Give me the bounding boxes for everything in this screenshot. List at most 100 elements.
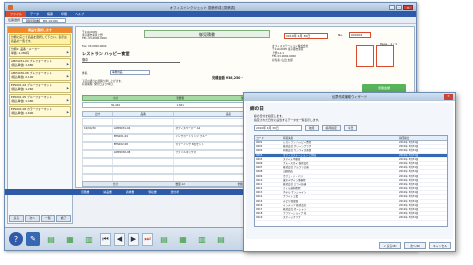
sender-line: TEL: 03-0000-0000 <box>82 37 107 41</box>
list-cell: 0014 <box>256 195 263 199</box>
list-cell: 2010年 3月31日 <box>399 187 419 191</box>
list-cell: 0007 <box>256 166 263 170</box>
form-select-label: 伝票選択 <box>8 18 21 22</box>
tab-quote[interactable]: 見積書 <box>75 189 95 195</box>
product-item[interactable]: EPS002-08 カラーフォーマット (税込単価) 1,690 ▶ <box>9 106 71 118</box>
tab-receipt[interactable]: 領収書 <box>142 189 162 195</box>
subject-label: 件名 <box>82 71 88 75</box>
product-item[interactable]: AMP4031-04 プレフォーマット (税込単価) 1,680 ▶ <box>9 58 71 70</box>
number-field[interactable]: 000001 <box>349 32 371 38</box>
prev-record-icon[interactable]: ◀ <box>114 232 125 246</box>
list-cell: レストラン ハッピー食堂 <box>283 141 312 144</box>
form-select[interactable]: 【御見積書】 BH-1018S <box>22 17 67 23</box>
list-cell: スポーツクラブ <box>283 216 301 220</box>
print-icon[interactable]: ▥ <box>81 230 97 248</box>
menu-help[interactable]: ヘルプ <box>71 11 88 17</box>
maximize-button[interactable]: □ <box>396 4 402 10</box>
list-cell: 2010年 3月31日 <box>399 141 419 144</box>
dialog-description: 締の日付を指定します。 指定された日付に該当するデータを一覧表示します。 <box>254 114 321 122</box>
minimize-button[interactable]: – <box>389 4 395 10</box>
menu-print[interactable]: 印刷 <box>57 11 71 17</box>
table-cell-code <box>113 159 175 165</box>
menu-form[interactable]: 帳票 <box>43 11 57 17</box>
column-header: 品番 <box>113 112 175 116</box>
list-cell: インテリア 株式会社 <box>283 203 307 207</box>
next-record-icon[interactable]: ▶ <box>128 232 139 246</box>
list-cell: 0003 <box>256 149 263 153</box>
product-item[interactable]: EPS001-04 ブルーフォーマット (税込単価) 1,260 ▶ <box>9 82 71 94</box>
list-cell: オフィスステーション 上野店 <box>283 153 317 157</box>
list-cell: 2010年 3月31日 <box>399 157 419 161</box>
close-button[interactable]: ✕ <box>403 4 413 10</box>
dialog-body: 締の日 締の日付を指定します。 指定された日付に該当するデータを一覧表示します。… <box>246 103 453 239</box>
list-cell: 0017 <box>256 208 263 211</box>
next-button[interactable]: 次へ(N) <box>404 242 426 249</box>
customer-name[interactable]: レストラン ハッピー食堂 <box>82 51 130 57</box>
prev-month-button[interactable]: 前月 <box>305 125 319 131</box>
table-cell-code: EPS002-08 <box>113 143 175 149</box>
list-cell: 2010年 3月31日 <box>399 153 419 157</box>
chevron-right-icon: ▶ <box>66 110 69 115</box>
date-field[interactable]: 2010年 4月 30日 <box>284 33 328 39</box>
list-cell: 2010年 3月31日 <box>399 191 419 195</box>
copy-icon[interactable]: ▤ <box>156 230 172 248</box>
table-cell-date <box>83 159 113 165</box>
export-icon[interactable]: ▥ <box>194 230 210 248</box>
list-item[interactable]: 0019 スポーツクラブ 2010年 3月31日 <box>255 216 447 221</box>
product-item[interactable]: 分類1: 品番・メーカー 単価: 1,280円 ▶ <box>9 46 71 58</box>
list-cell: 2010年 3月31日 <box>399 149 419 153</box>
total-cell: 数量 12 <box>175 183 185 186</box>
quote-amount: 見積金額 ¥38,250 - <box>212 76 243 80</box>
help-icon[interactable]: ? <box>9 232 23 246</box>
menu-file[interactable]: ファイル <box>6 11 27 17</box>
closing-month-button[interactable]: 締月指定 <box>321 125 341 131</box>
product-item[interactable]: EPS001-05 ブルーフォーマット (税込単価) 1,480 ▶ <box>9 94 71 106</box>
panel-back-button[interactable]: 戻る <box>9 215 24 222</box>
dialog-title: 伝票作成補助ウィザード <box>331 95 368 99</box>
table-cell-date <box>83 119 113 125</box>
list-cell: 0002 <box>256 145 263 149</box>
list-cell: ホテル サンシャイン <box>283 191 307 195</box>
menu-data[interactable]: データ <box>26 11 43 17</box>
list-cell: 有限会社 サンライズ商事 <box>283 149 312 153</box>
dialog-footer: < 戻る(B) 次へ(N) キャンセル <box>379 242 451 249</box>
document-title: 御見積書 <box>144 30 270 38</box>
panel-hint: 分類に応じて商品を選択して下さい。表示は商品の一覧です。 <box>9 34 71 46</box>
settings-icon[interactable]: ▤ <box>213 230 229 248</box>
cancel-button[interactable]: キャンセル <box>429 242 451 249</box>
list-icon[interactable]: ▦ <box>175 230 191 248</box>
wizard-icon[interactable]: ✎ <box>26 232 40 246</box>
tab-delivery[interactable]: 納品書 <box>97 189 117 195</box>
table-cell-date <box>83 143 113 149</box>
product-item[interactable]: AMP4030-08 プレフォーマット (税込単価) 2,100 ▶ <box>9 70 71 82</box>
column-header: 日付 <box>83 112 113 116</box>
list-cell: 0005 <box>256 157 263 161</box>
list-cell: 0013 <box>256 191 263 195</box>
list-cell: 0011 <box>256 182 263 186</box>
document-note: 下記の通りお見積り申し上げます。 有効期限: 発行日より30日 <box>82 80 123 86</box>
panel-end-button[interactable]: 終了 <box>56 215 71 222</box>
back-button[interactable]: < 戻る(B) <box>379 242 401 249</box>
closing-date-field[interactable]: 2010年 4月 30日 <box>254 125 302 131</box>
list-column-header: 得意先名 <box>283 137 294 140</box>
list-cell: 2010年 3月31日 <box>399 174 419 178</box>
today-button[interactable]: 今日 <box>343 125 358 131</box>
last-record-icon[interactable]: ⏭ <box>142 232 153 246</box>
dialog-close-button[interactable]: ✕ <box>444 94 453 100</box>
customer-list[interactable]: コード 得意先名 前回締日 0001 レストラン ハッピー食堂 2010年 3月31… <box>254 135 448 227</box>
app-icon <box>8 4 13 10</box>
list-cell: 山田商店 <box>283 170 294 174</box>
date-controls: 2010年 4月 30日 前月 締月指定 今日 <box>254 125 358 131</box>
panel-list-button[interactable]: 一覧 <box>40 215 56 222</box>
panel-next-button[interactable]: 次へ <box>24 215 40 222</box>
first-record-icon[interactable]: ⏮ <box>100 232 111 246</box>
tab-cover[interactable]: 送付状 <box>165 189 185 195</box>
save-icon[interactable]: ▦ <box>62 230 78 248</box>
stamp-box <box>356 45 374 67</box>
subject-field[interactable]: 事務用品 <box>110 70 150 75</box>
tab-invoice[interactable]: 請求書 <box>120 189 140 195</box>
document-icon[interactable]: ▤ <box>43 230 59 248</box>
total-cell: 合計 <box>112 183 118 186</box>
list-cell: みどり保育園 <box>283 199 299 203</box>
chevron-right-icon: ▶ <box>66 50 69 55</box>
